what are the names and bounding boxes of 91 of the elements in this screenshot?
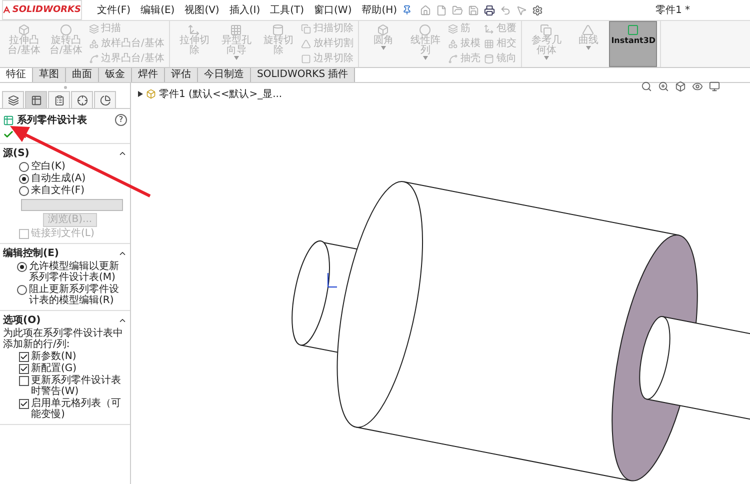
checkbox-label: 新参数(N) [31,351,76,362]
menu-item[interactable]: 帮助(H) [356,3,402,17]
section-title: 选项(O) [3,314,41,327]
confirm-icon[interactable] [3,129,14,140]
command-tab[interactable]: SOLIDWORKS 插件 [251,68,356,82]
radio-label: 空白(K) [31,161,66,172]
axis-triad-icon [328,272,338,288]
shapes-icon [89,38,99,49]
menu-item[interactable]: 视图(V) [180,3,224,17]
command-tab[interactable]: 曲面 [66,68,99,82]
radio-button[interactable] [17,285,27,295]
cube-icon[interactable] [675,81,686,92]
help-button[interactable]: ? [115,114,127,126]
menu-item[interactable]: 插入(I) [224,3,266,17]
menu-item[interactable]: 文件(F) [92,3,136,17]
command-tab[interactable]: 今日制造 [198,68,251,82]
checkbox-label: 启用单元格列表（可能变慢) [31,398,122,420]
cube-icon [18,24,30,36]
grid-icon [230,24,242,36]
command-tab[interactable]: 焊件 [132,68,165,82]
radio-label: 阻止更新系列零件设计表的模型编辑(R) [29,284,120,306]
command-tab[interactable]: 钣金 [99,68,132,82]
circle-icon [419,24,432,36]
settings-icon[interactable] [532,4,544,16]
checkbox[interactable] [19,399,29,409]
section-title: 源(S) [3,146,30,160]
checkbox-label: 新配置(G) [31,363,77,374]
pin-icon[interactable] [402,5,412,15]
curve-icon [448,54,458,64]
zoom-icon[interactable] [658,81,669,92]
checkbox[interactable] [19,376,29,386]
shapes-icon [448,38,458,49]
menu-item[interactable]: 工具(T) [265,3,310,17]
ribbon-button[interactable]: Instant3D [609,21,658,67]
square-icon [301,54,312,64]
triangle-icon [301,38,312,49]
menu-item[interactable]: 窗口(W) [309,3,357,17]
layers-icon [448,24,458,34]
panel-title: 系列零件设计表 [17,114,87,127]
radio-button[interactable] [17,262,27,272]
panel-tab[interactable] [25,91,47,108]
square-icon [627,24,640,36]
layers-icon [8,94,18,106]
table-icon [30,94,42,106]
radio-button[interactable] [19,162,29,172]
pie-chart-icon [100,94,110,106]
move-icon [484,24,494,34]
triangle-icon [582,24,594,36]
cylinder-icon [272,24,284,36]
browse-button[interactable]: 浏览(B)... [42,213,98,227]
search-icon[interactable] [641,81,652,92]
expand-arrow-icon[interactable] [137,91,143,97]
checkbox-label: 更新系列零件设计表时警告(W) [31,375,122,397]
panel-tab[interactable] [48,91,70,108]
part-icon [146,89,156,99]
command-tab[interactable]: 评估 [165,68,198,82]
copy-icon [540,24,552,36]
radio-button[interactable] [19,186,29,196]
circle-icon [60,24,72,36]
eye-icon[interactable] [692,81,703,92]
tree-item[interactable]: 零件1 (默认<<默认>_显... [159,87,282,101]
copy-icon [301,24,312,34]
clipboard-icon [54,94,64,106]
grid-icon [484,38,494,49]
document-title: 零件1 * [655,4,690,17]
radio-button[interactable] [19,174,29,184]
drag-handle-icon[interactable] [64,86,66,88]
crosshair-icon [76,94,88,106]
file-path-field[interactable] [21,199,123,211]
table-icon [3,114,14,126]
menu-item[interactable]: 编辑(E) [136,3,180,17]
move-icon [188,24,200,36]
layers-icon [89,24,99,34]
print-icon[interactable] [484,4,496,16]
checkbox-label: 链接到文件(L) [31,228,94,239]
command-tab[interactable]: 草图 [33,68,66,82]
cube-icon [377,24,390,36]
curve-icon [89,54,99,64]
section-title: 编辑控制(E) [3,246,59,260]
monitor-icon[interactable] [709,81,720,92]
panel-tab[interactable] [2,91,24,108]
app-logo: SOLIDWORKS [2,0,82,20]
radio-label: 允许模型编辑以更新系列零件设计表(M) [29,261,120,283]
panel-tab[interactable] [94,91,116,108]
radio-label: 自动生成(A) [31,173,86,184]
checkbox[interactable] [19,364,29,374]
checkbox[interactable] [19,352,29,362]
cylinder-icon [484,54,494,64]
radio-label: 来自文件(F) [31,185,85,196]
panel-tab[interactable] [71,91,93,108]
options-note: 为此项在系列零件设计表中添加新的行/列: [3,328,124,350]
